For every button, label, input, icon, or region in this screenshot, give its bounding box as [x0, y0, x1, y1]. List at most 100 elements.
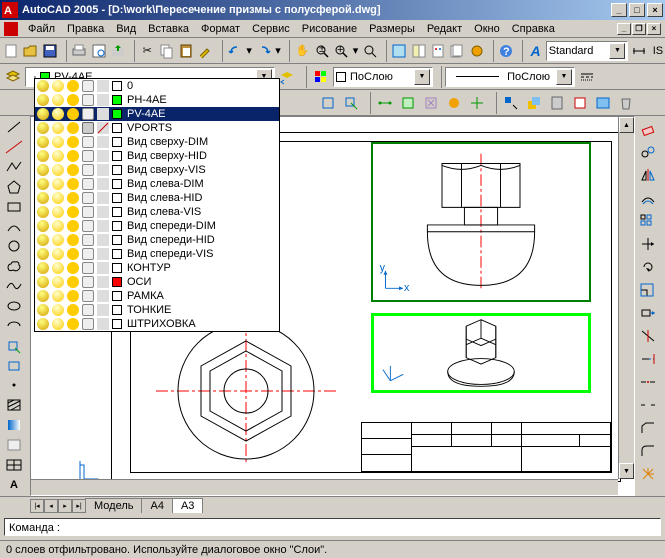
- layer-row[interactable]: Вид сверху-VIS: [35, 163, 279, 177]
- layer-row[interactable]: VPORTS: [35, 121, 279, 135]
- plot-icon[interactable]: [97, 108, 109, 120]
- menu-file[interactable]: Файл: [22, 22, 61, 36]
- vp-freeze-icon[interactable]: [67, 304, 79, 316]
- zoom-previous-button[interactable]: [361, 40, 379, 62]
- freeze-icon[interactable]: [52, 108, 64, 120]
- layer-color-swatch[interactable]: [112, 277, 122, 287]
- tab-next-button[interactable]: ▸: [58, 499, 72, 513]
- layer-color-swatch[interactable]: [112, 151, 122, 161]
- vp-freeze-icon[interactable]: [67, 80, 79, 92]
- menu-dimension[interactable]: Размеры: [363, 22, 421, 36]
- textstyle-button[interactable]: A: [526, 40, 544, 62]
- plot-icon[interactable]: [97, 150, 109, 162]
- plot-icon[interactable]: [97, 206, 109, 218]
- freeze-icon[interactable]: [52, 178, 64, 190]
- doc-close-button[interactable]: ×: [647, 23, 661, 35]
- layer-color-swatch[interactable]: [112, 207, 122, 217]
- minimize-button[interactable]: _: [611, 3, 627, 17]
- layer-row[interactable]: 0: [35, 79, 279, 93]
- layer-row[interactable]: Вид слева-HID: [35, 191, 279, 205]
- polyline-button[interactable]: [2, 158, 26, 177]
- menu-draw[interactable]: Рисование: [296, 22, 363, 36]
- layer-color-swatch[interactable]: [112, 249, 122, 259]
- menu-help[interactable]: Справка: [506, 22, 561, 36]
- plot-icon[interactable]: [97, 234, 109, 246]
- vp-freeze-icon[interactable]: [67, 136, 79, 148]
- mtext-button[interactable]: A: [2, 475, 26, 494]
- lock-icon[interactable]: [82, 136, 94, 148]
- vp-freeze-icon[interactable]: [67, 262, 79, 274]
- plot-button[interactable]: [70, 40, 88, 62]
- bulb-icon[interactable]: [37, 192, 49, 204]
- dropdown-arrow-icon[interactable]: ▼: [414, 69, 430, 85]
- vp-freeze-icon[interactable]: [67, 164, 79, 176]
- make-block-button[interactable]: [317, 92, 339, 114]
- layer-color-swatch[interactable]: [112, 109, 122, 119]
- plot-icon[interactable]: [97, 136, 109, 148]
- lock-icon[interactable]: [82, 304, 94, 316]
- lock-icon[interactable]: [82, 220, 94, 232]
- lock-icon[interactable]: [82, 164, 94, 176]
- properties-button[interactable]: [390, 40, 408, 62]
- xref-button[interactable]: [569, 92, 591, 114]
- paste-button[interactable]: [177, 40, 195, 62]
- table-button[interactable]: [2, 455, 26, 474]
- bulb-icon[interactable]: [37, 206, 49, 218]
- plot-icon[interactable]: [97, 80, 109, 92]
- mirror-button[interactable]: [637, 164, 659, 186]
- region-button[interactable]: [2, 436, 26, 455]
- insert-block-button[interactable]: [340, 92, 362, 114]
- undo-dropdown[interactable]: ▾: [245, 40, 254, 62]
- linetype-manager-button[interactable]: [576, 66, 598, 88]
- layer-row[interactable]: PV-4AE: [35, 107, 279, 121]
- lock-icon[interactable]: [82, 248, 94, 260]
- vp-freeze-icon[interactable]: [67, 290, 79, 302]
- freeze-icon[interactable]: [52, 80, 64, 92]
- construction-line-button[interactable]: [2, 138, 26, 157]
- freeze-icon[interactable]: [52, 164, 64, 176]
- hatch-button[interactable]: [2, 396, 26, 415]
- rectangle-button[interactable]: [2, 197, 26, 216]
- layer-color-swatch[interactable]: [112, 81, 122, 91]
- layer-row[interactable]: Вид сверху-DIM: [35, 135, 279, 149]
- plot-preview-button[interactable]: [89, 40, 107, 62]
- layer-row[interactable]: ШТРИХОВКА: [35, 317, 279, 331]
- toolpalette-button[interactable]: [429, 40, 447, 62]
- tab-a4[interactable]: A4: [141, 498, 172, 513]
- bulb-icon[interactable]: [37, 290, 49, 302]
- sheetset-button[interactable]: [448, 40, 466, 62]
- vertical-scrollbar[interactable]: ▲ ▼: [618, 117, 634, 479]
- freeze-icon[interactable]: [52, 304, 64, 316]
- vp-freeze-icon[interactable]: [67, 94, 79, 106]
- layer-color-swatch[interactable]: [112, 165, 122, 175]
- menu-tools[interactable]: Сервис: [246, 22, 296, 36]
- lock-icon[interactable]: [82, 178, 94, 190]
- point-button[interactable]: [2, 376, 26, 395]
- layer-color-swatch[interactable]: [112, 221, 122, 231]
- plot-icon[interactable]: [97, 94, 109, 106]
- plot-icon[interactable]: [97, 304, 109, 316]
- vp-freeze-icon[interactable]: [67, 234, 79, 246]
- layer-row[interactable]: ТОНКИЕ: [35, 303, 279, 317]
- bulb-icon[interactable]: [37, 234, 49, 246]
- tab-model[interactable]: Модель: [85, 498, 142, 513]
- menu-edit[interactable]: Правка: [61, 22, 110, 36]
- publish-button[interactable]: [109, 40, 127, 62]
- vp-freeze-icon[interactable]: [67, 276, 79, 288]
- scale-button[interactable]: [637, 279, 659, 301]
- plot-icon[interactable]: [97, 318, 109, 330]
- layer-color-swatch[interactable]: [112, 137, 122, 147]
- image-button[interactable]: [592, 92, 614, 114]
- calculator-button[interactable]: [546, 92, 568, 114]
- lock-icon[interactable]: [82, 206, 94, 218]
- vp-freeze-icon[interactable]: [67, 220, 79, 232]
- designcenter-button[interactable]: [410, 40, 428, 62]
- lock-icon[interactable]: [82, 192, 94, 204]
- color-combo[interactable]: ПоСлою ▼: [333, 67, 433, 87]
- layer-dropdown-list[interactable]: 0PH-4AEPV-4AEVPORTSВид сверху-DIMВид све…: [34, 78, 280, 332]
- ellipse-button[interactable]: [2, 297, 26, 316]
- plot-icon[interactable]: [97, 178, 109, 190]
- lock-icon[interactable]: [82, 276, 94, 288]
- doc-restore-button[interactable]: ❐: [632, 23, 646, 35]
- freeze-icon[interactable]: [52, 136, 64, 148]
